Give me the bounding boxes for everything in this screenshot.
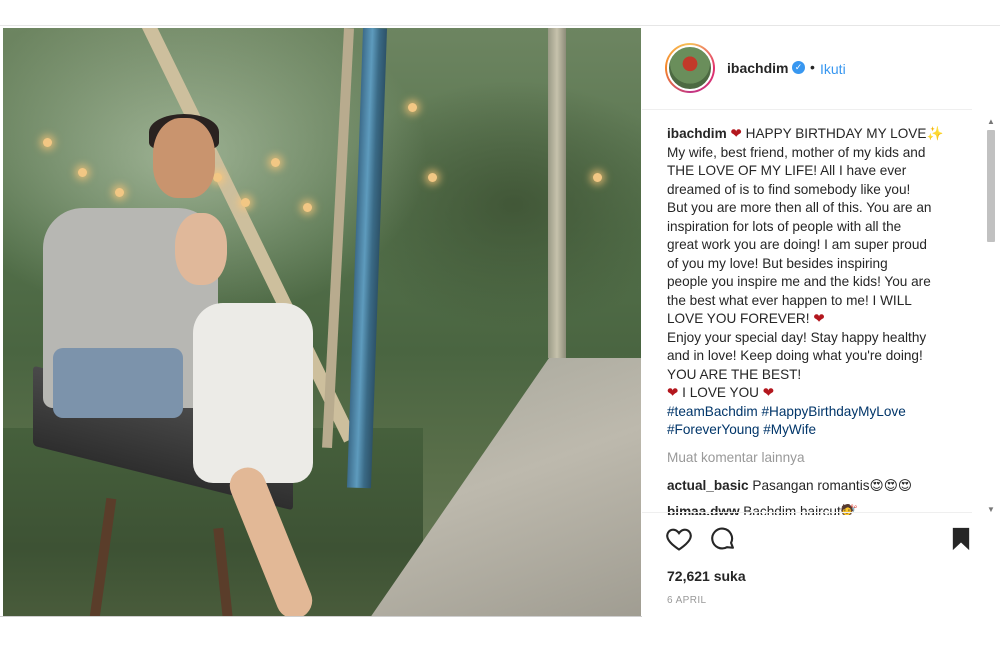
caption-line: inspiration for lots of people with all … xyxy=(667,218,902,234)
caption-line: But you are more then all of this. You a… xyxy=(667,200,932,215)
caption-i-love-you: I LOVE YOU xyxy=(682,385,759,400)
post-sidebar: ibachdim ✓ • Ikuti ibachdim ❤ HAPPY BIRT… xyxy=(642,26,1000,618)
header-separator: • xyxy=(810,59,815,75)
scroll-down-arrow-icon[interactable]: ▼ xyxy=(985,504,997,516)
caption-love-forever: LOVE YOU FOREVER! xyxy=(667,311,810,326)
load-more-comments[interactable]: Muat komentar lainnya xyxy=(667,449,967,468)
verified-icon: ✓ xyxy=(792,61,805,74)
caption-line: of you my love! But besides inspiring xyxy=(667,255,888,271)
hashtags[interactable]: #ForeverYoung #MyWife xyxy=(667,422,816,437)
comment-text: Pasangan romantis😍😍😍 xyxy=(752,478,913,493)
caption-line: great work you are doing! I am super pro… xyxy=(667,237,927,252)
caption-line: Enjoy your special day! Stay happy healt… xyxy=(667,329,927,345)
follow-button[interactable]: Ikuti xyxy=(820,61,846,77)
post-date[interactable]: 6 APRIL xyxy=(667,595,707,606)
instagram-post-frame: ibachdim ✓ • Ikuti ibachdim ❤ HAPPY BIRT… xyxy=(0,25,1000,618)
comment-username[interactable]: actual_basic xyxy=(667,478,749,493)
sparkle-emoji-icon: ✨ xyxy=(926,126,944,141)
caption-line: and in love! Keep doing what you're doin… xyxy=(667,348,923,363)
scroll-up-arrow-icon[interactable]: ▲ xyxy=(985,116,997,128)
header-username[interactable]: ibachdim xyxy=(727,60,788,76)
caption-line: My wife, best friend, mother of my kids … xyxy=(667,144,926,160)
heart-emoji-icon: ❤ xyxy=(730,126,742,141)
caption-line: the best what ever happen to me! I WILL xyxy=(667,292,912,308)
caption-first-line: HAPPY BIRTHDAY MY LOVE xyxy=(745,126,927,141)
heart-emoji-icon: ❤ xyxy=(762,385,775,400)
post-photo[interactable] xyxy=(3,28,641,616)
heart-emoji-icon: ❤ xyxy=(813,311,825,326)
caption-line: dreamed of is to find somebody like you! xyxy=(667,181,911,197)
post-actions: 72,621 suka 6 APRIL xyxy=(642,512,972,618)
caption-line: YOU ARE THE BEST! xyxy=(667,366,802,382)
heart-emoji-icon: ❤ xyxy=(667,385,679,400)
avatar[interactable] xyxy=(665,43,715,93)
hashtags[interactable]: #teamBachdim #HappyBirthdayMyLove xyxy=(667,404,906,419)
post-header: ibachdim ✓ • Ikuti xyxy=(642,26,972,110)
scrollbar-thumb[interactable] xyxy=(987,130,995,242)
caption-line: people you inspire me and the kids! You … xyxy=(667,274,931,289)
list-item: actual_basic Pasangan romantis😍😍😍 xyxy=(667,477,967,496)
caption-line: THE LOVE OF MY LIFE! All I have ever xyxy=(667,163,907,178)
bookmark-icon[interactable] xyxy=(947,525,975,553)
likes-count[interactable]: 72,621 suka xyxy=(667,568,746,584)
heart-icon[interactable] xyxy=(665,525,693,553)
comments-scrollbar[interactable]: ▲ ▼ xyxy=(985,116,997,516)
comment-icon[interactable] xyxy=(709,525,737,553)
caption: ibachdim ❤ HAPPY BIRTHDAY MY LOVE✨ My wi… xyxy=(667,125,967,440)
comments-list: ibachdim ❤ HAPPY BIRTHDAY MY LOVE✨ My wi… xyxy=(667,125,967,515)
caption-username[interactable]: ibachdim xyxy=(667,126,727,141)
